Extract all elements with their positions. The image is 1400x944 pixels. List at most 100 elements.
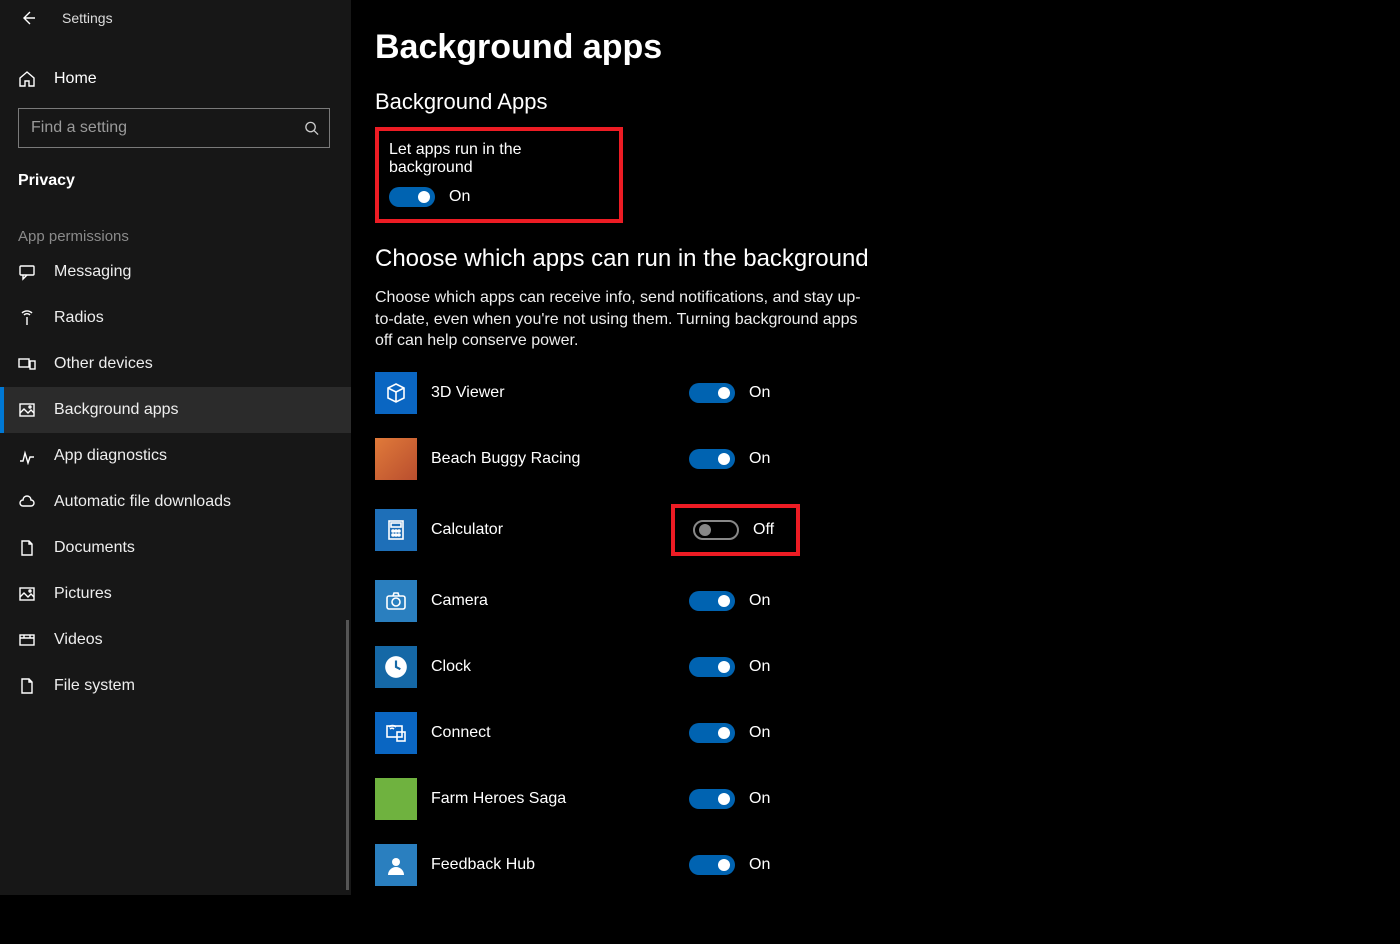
- sidebar-item-videos[interactable]: Videos: [0, 617, 351, 663]
- main-content: Background apps Background Apps Let apps…: [351, 0, 1329, 895]
- app-toggle-state: On: [749, 658, 770, 676]
- app-name: Beach Buggy Racing: [431, 450, 689, 468]
- app-name: Clock: [431, 658, 689, 676]
- document-icon: [18, 539, 36, 557]
- app-toggle-container: On: [689, 855, 770, 875]
- app-toggle[interactable]: [689, 383, 735, 403]
- sidebar-item-label: Radios: [54, 309, 104, 327]
- master-toggle-container: Let apps run in the background On: [375, 127, 623, 223]
- app-row: Feedback Hub On: [375, 844, 1329, 886]
- search-input[interactable]: [19, 119, 329, 137]
- cloud-icon: [18, 493, 36, 511]
- app-toggle-state: On: [749, 450, 770, 468]
- sidebar-header: Settings: [0, 0, 351, 36]
- sidebar-item-file-system[interactable]: File system: [0, 663, 351, 709]
- sidebar: Settings Home Privacy App permissions Me…: [0, 0, 351, 895]
- app-toggle-state: On: [749, 790, 770, 808]
- picture-icon: [18, 401, 36, 419]
- sidebar-item-radios[interactable]: Radios: [0, 295, 351, 341]
- app-name: Connect: [431, 724, 689, 742]
- nav-list: Messaging Radios Other devices Background a…: [0, 249, 351, 709]
- sidebar-item-background-apps[interactable]: Background apps: [0, 387, 351, 433]
- app-name: Calculator: [431, 521, 689, 539]
- sidebar-item-pictures[interactable]: Pictures: [0, 571, 351, 617]
- app-toggle[interactable]: [689, 855, 735, 875]
- app-toggle-container: Off: [671, 504, 800, 556]
- app-icon: [375, 646, 417, 688]
- sidebar-scrollbar[interactable]: [346, 620, 349, 890]
- app-toggle[interactable]: [689, 723, 735, 743]
- app-name: Farm Heroes Saga: [431, 790, 689, 808]
- app-icon: [375, 844, 417, 886]
- app-icon: [375, 438, 417, 480]
- app-icon: [375, 372, 417, 414]
- sidebar-item-label: File system: [54, 677, 135, 695]
- devices-icon: [18, 355, 36, 373]
- app-list: 3D ViewerOnBeach Buggy RacingOnCalculato…: [375, 372, 1329, 886]
- page-title: Background apps: [375, 28, 1329, 67]
- sidebar-item-label: Messaging: [54, 263, 131, 281]
- category-label: Privacy: [0, 148, 351, 200]
- app-row: Connect On: [375, 712, 1329, 754]
- app-name: Camera: [431, 592, 689, 610]
- app-row: 3D ViewerOn: [375, 372, 1329, 414]
- section-title-choose-apps: Choose which apps can run in the backgro…: [375, 245, 1329, 273]
- sidebar-item-label: App diagnostics: [54, 447, 167, 465]
- sidebar-item-label: Other devices: [54, 355, 153, 373]
- app-row: Camera On: [375, 580, 1329, 622]
- app-toggle-state: On: [749, 856, 770, 874]
- app-toggle[interactable]: [689, 657, 735, 677]
- app-toggle-state: On: [749, 724, 770, 742]
- app-row: Clock On: [375, 646, 1329, 688]
- app-toggle-container: On: [689, 591, 770, 611]
- back-button[interactable]: [18, 8, 38, 28]
- master-toggle-label: Let apps run in the background: [389, 141, 603, 177]
- app-icon: [375, 712, 417, 754]
- sidebar-item-other-devices[interactable]: Other devices: [0, 341, 351, 387]
- master-toggle-state: On: [449, 188, 470, 206]
- video-icon: [18, 631, 36, 649]
- sidebar-item-app-diagnostics[interactable]: App diagnostics: [0, 433, 351, 479]
- sidebar-item-messaging[interactable]: Messaging: [0, 249, 351, 295]
- arrow-left-icon: [20, 10, 36, 26]
- sidebar-item-label: Documents: [54, 539, 135, 557]
- sidebar-item-label: Videos: [54, 631, 103, 649]
- app-toggle[interactable]: [689, 789, 735, 809]
- sidebar-item-documents[interactable]: Documents: [0, 525, 351, 571]
- sidebar-item-label: Automatic file downloads: [54, 493, 231, 511]
- section-description: Choose which apps can receive info, send…: [375, 287, 865, 352]
- app-icon: [375, 509, 417, 551]
- app-row: Calculator Off: [375, 504, 1329, 556]
- sidebar-item-label: Pictures: [54, 585, 112, 603]
- diagnostics-icon: [18, 447, 36, 465]
- app-toggle-state: On: [749, 592, 770, 610]
- sidebar-item-label: Background apps: [54, 401, 179, 419]
- search-box[interactable]: [18, 108, 330, 148]
- app-toggle[interactable]: [689, 591, 735, 611]
- window-title: Settings: [62, 10, 113, 26]
- app-toggle-container: On: [689, 789, 770, 809]
- app-toggle[interactable]: [689, 449, 735, 469]
- app-toggle-container: On: [689, 657, 770, 677]
- app-row: Beach Buggy Racing On: [375, 438, 1329, 480]
- group-label: App permissions: [0, 200, 351, 249]
- app-toggle-container: On: [689, 449, 770, 469]
- app-toggle-container: On: [689, 383, 770, 403]
- document-icon: [18, 677, 36, 695]
- radio-icon: [18, 309, 36, 327]
- search-icon: [304, 121, 319, 136]
- app-name: Feedback Hub: [431, 856, 689, 874]
- app-icon: [375, 580, 417, 622]
- sidebar-item-automatic-file-downloads[interactable]: Automatic file downloads: [0, 479, 351, 525]
- sidebar-item-home[interactable]: Home: [0, 56, 351, 102]
- app-row: Farm Heroes Saga On: [375, 778, 1329, 820]
- home-icon: [18, 70, 36, 88]
- app-icon: [375, 778, 417, 820]
- app-toggle-container: On: [689, 723, 770, 743]
- app-toggle[interactable]: [693, 520, 739, 540]
- app-toggle-state: Off: [753, 521, 774, 539]
- master-toggle[interactable]: [389, 187, 435, 207]
- app-name: 3D Viewer: [431, 384, 689, 402]
- picture-icon: [18, 585, 36, 603]
- home-label: Home: [54, 70, 97, 88]
